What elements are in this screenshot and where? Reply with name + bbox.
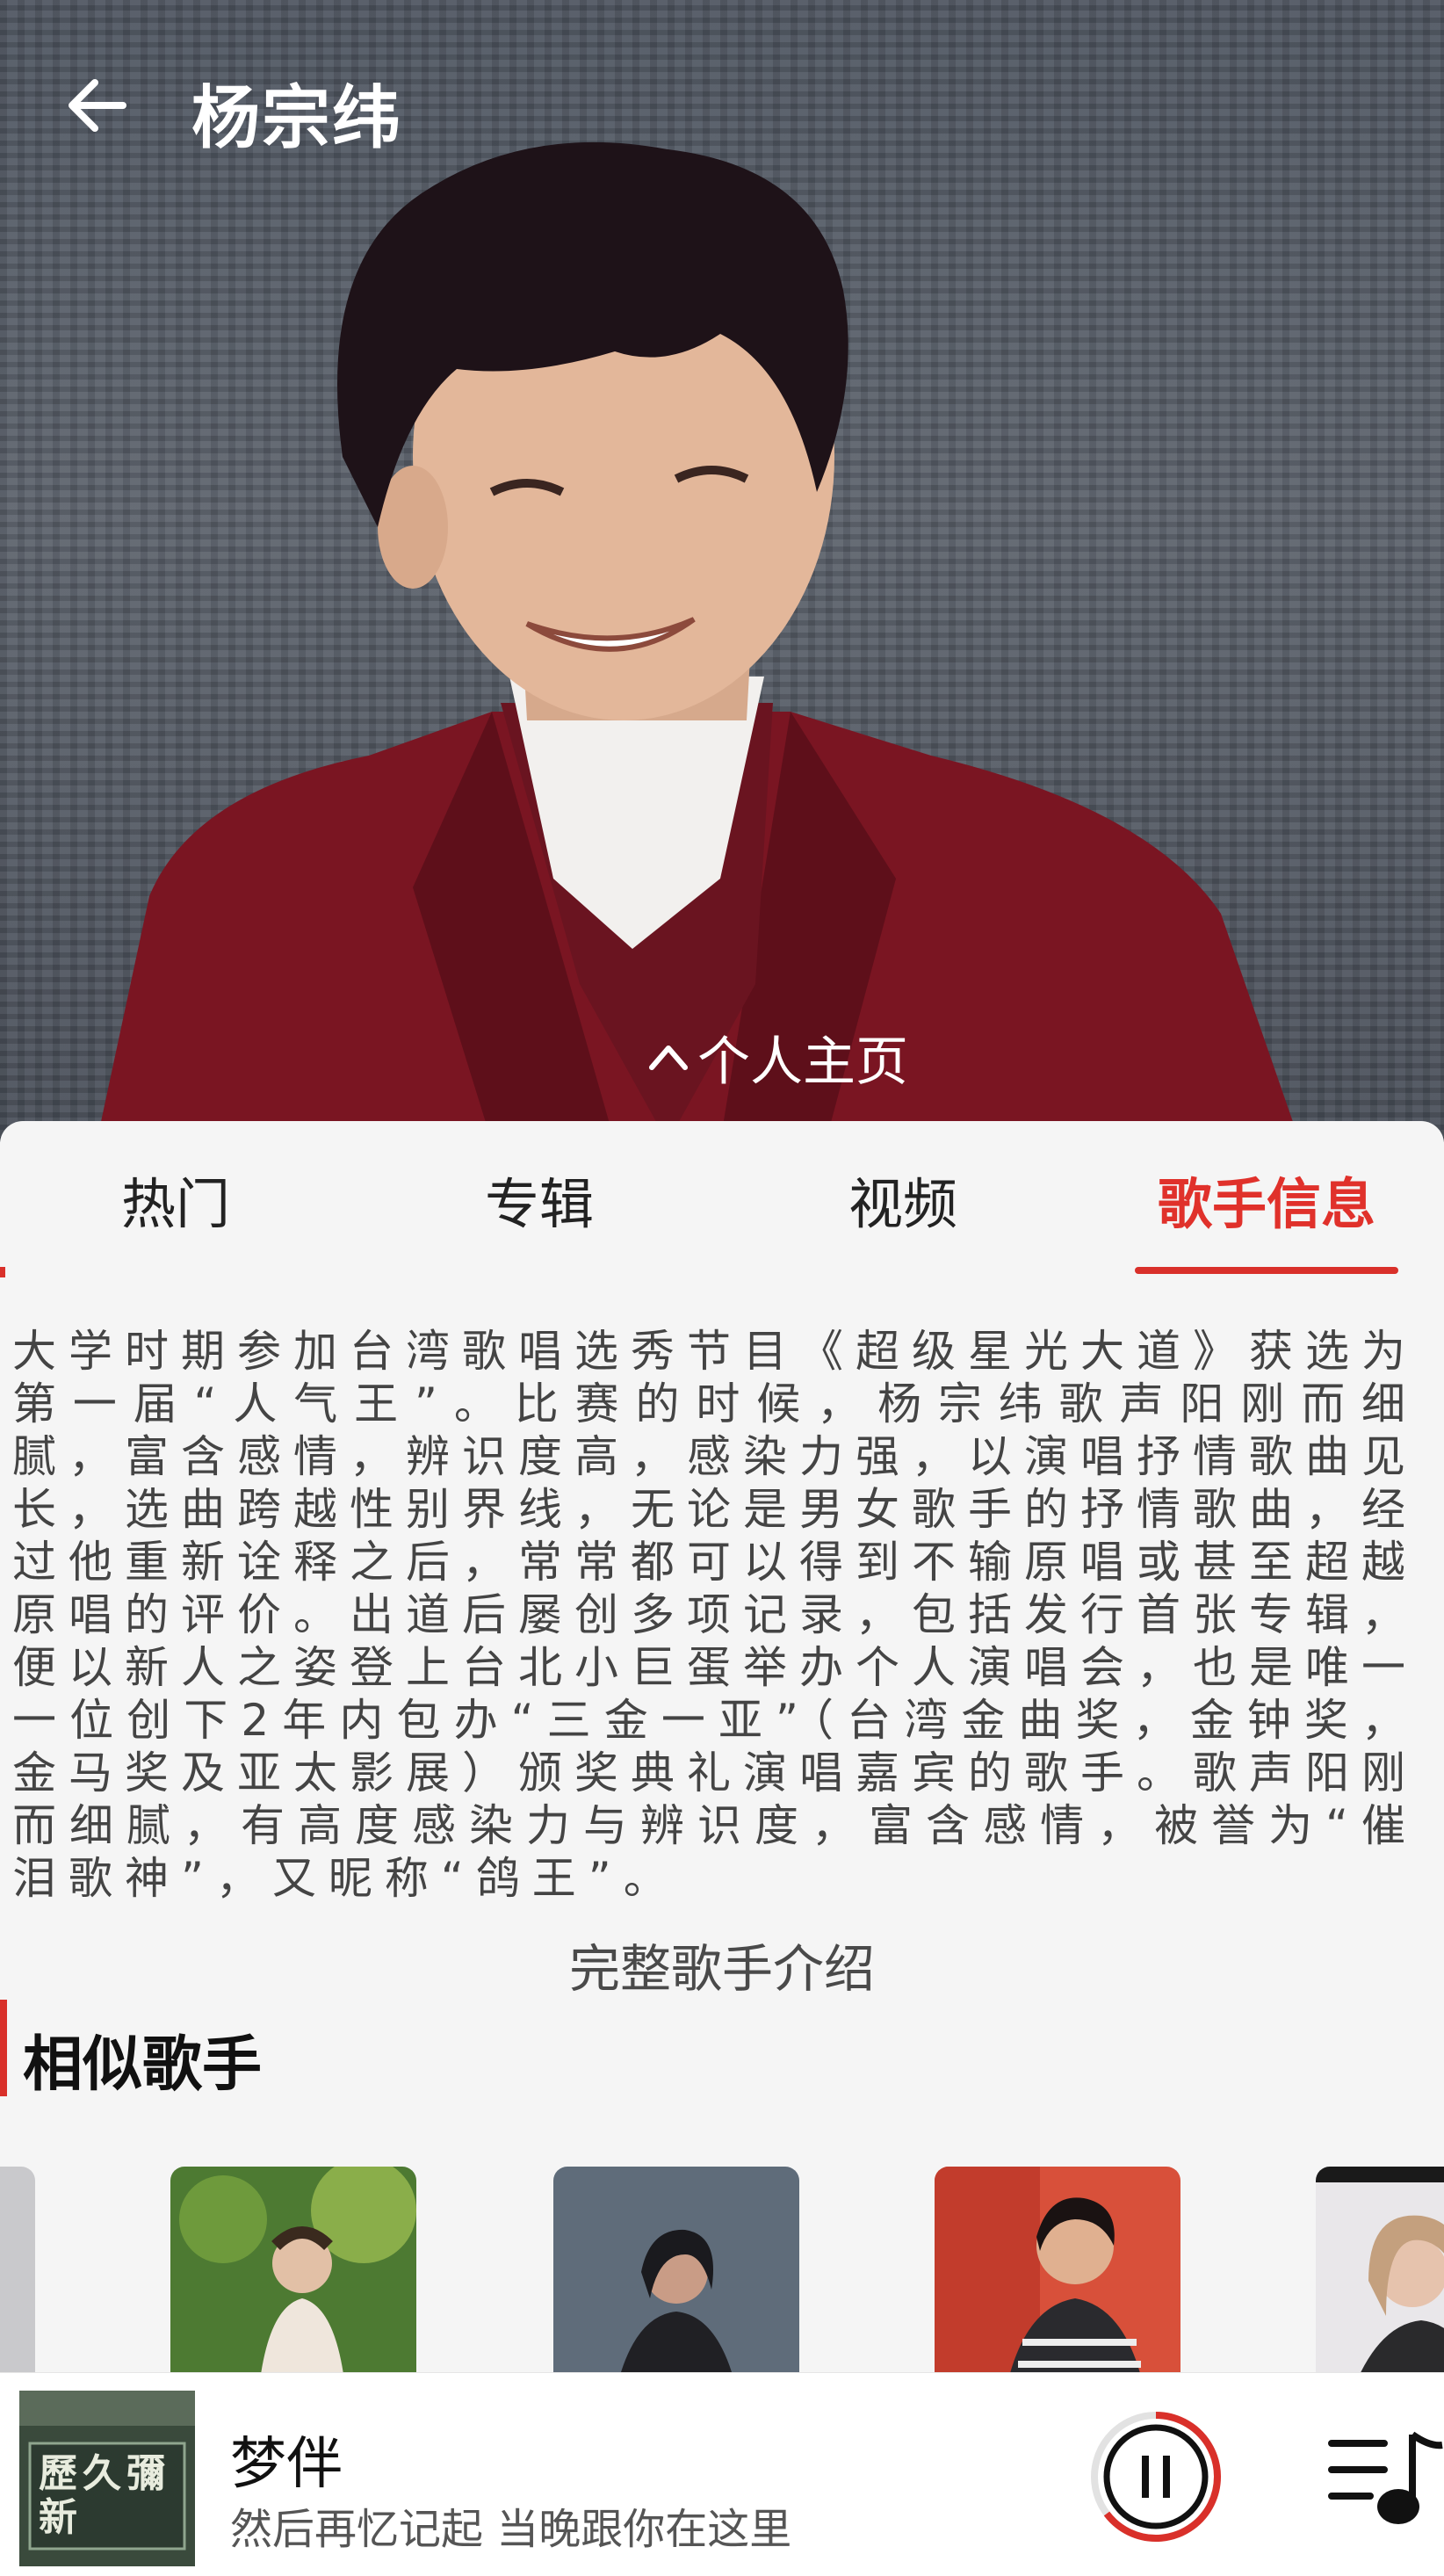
full-intro-link[interactable]: 完整歌手介绍 [0, 1928, 1444, 2001]
tab-edge-mark [0, 1267, 5, 1277]
pause-button[interactable] [1086, 2406, 1226, 2547]
similar-artist-card[interactable] [553, 2167, 799, 2395]
content-panel: 热门 专辑 视频 歌手信息 大学时期参加台湾歌唱选秀节目《超级星光大道》获选为第… [0, 1121, 1444, 2395]
similar-artists-header: 相似歌手 [0, 2000, 527, 2105]
back-button[interactable] [53, 62, 141, 149]
artist-name-title: 杨宗纬 [191, 79, 403, 158]
now-playing-title: 梦伴 [230, 2432, 343, 2497]
pause-icon [1091, 2412, 1221, 2542]
profile-link[interactable]: 个人主页 [641, 1019, 908, 1096]
tab-artist-info[interactable]: 歌手信息 [1142, 1165, 1391, 1244]
album-cover-text: 歷久彌新 [39, 2451, 170, 2540]
now-playing-lyric: 然后再忆记起 当晚跟你在这里 [230, 2505, 792, 2554]
section-accent-bar [0, 2000, 7, 2096]
artist-thumbnail [935, 2167, 1180, 2395]
artist-bio: 大学时期参加台湾歌唱选秀节目《超级星光大道》获选为第一届“人气王”。比赛的时候，… [12, 1326, 1418, 1904]
artist-page: 杨宗纬 个人主页 热门 专辑 视频 歌手信息 大学时期参加台湾歌唱选秀节目《超级… [0, 0, 1444, 2576]
arrow-left-icon [69, 79, 126, 132]
tab-videos[interactable]: 视频 [841, 1165, 964, 1244]
active-tab-indicator [1135, 1267, 1398, 1274]
similar-artist-card[interactable] [0, 2167, 35, 2395]
artist-thumbnail [170, 2167, 416, 2395]
artist-hero-photo: 杨宗纬 个人主页 [0, 0, 1444, 1142]
similar-artist-card[interactable] [935, 2167, 1180, 2395]
artist-thumbnail [0, 2167, 35, 2395]
top-bar: 杨宗纬 [0, 0, 1444, 202]
playlist-button[interactable] [1326, 2426, 1444, 2531]
similar-artist-card[interactable] [170, 2167, 416, 2395]
tab-bar: 热门 专辑 视频 歌手信息 [0, 1121, 1444, 1277]
similar-artist-card[interactable] [1316, 2167, 1444, 2395]
profile-link-label: 个人主页 [697, 1031, 908, 1093]
similar-artists-title: 相似歌手 [23, 2030, 263, 2100]
playlist-icon [1328, 2431, 1443, 2524]
mini-player[interactable]: 歷久彌新 梦伴 然后再忆记起 当晚跟你在这里 [0, 2372, 1444, 2576]
artist-thumbnail [553, 2167, 799, 2395]
artist-thumbnail [1316, 2167, 1444, 2395]
tab-albums[interactable]: 专辑 [478, 1165, 601, 1244]
tab-hot[interactable]: 热门 [114, 1165, 237, 1244]
album-cover[interactable]: 歷久彌新 [19, 2391, 195, 2566]
chevron-up-icon [649, 1045, 688, 1070]
